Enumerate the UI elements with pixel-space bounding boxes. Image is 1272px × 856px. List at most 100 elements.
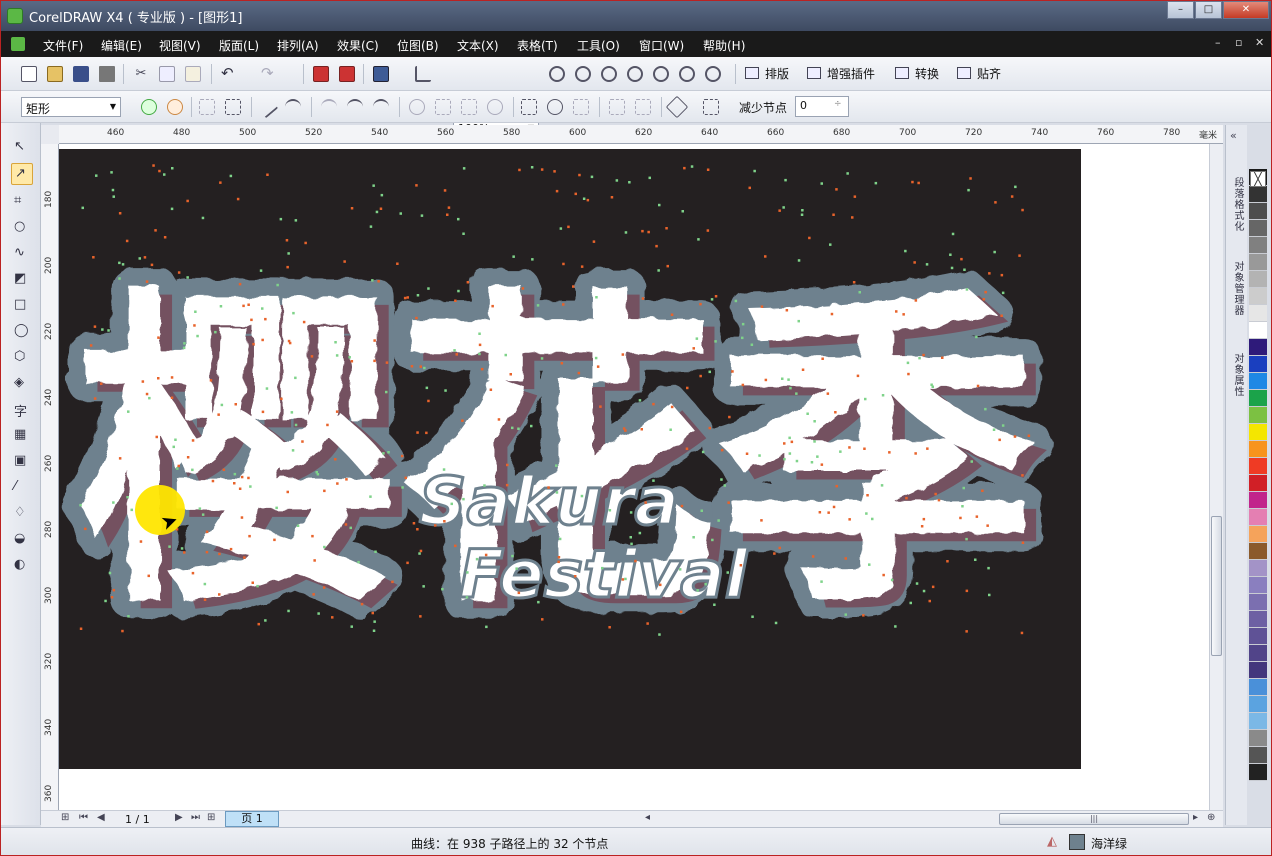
path-node-marker[interactable]	[110, 171, 113, 174]
welcome-screen-icon[interactable]	[415, 66, 431, 82]
spinner-icon[interactable]: ÷	[834, 99, 846, 113]
path-node-marker[interactable]	[466, 571, 469, 574]
path-node-marker[interactable]	[422, 585, 425, 588]
path-node-marker[interactable]	[541, 618, 544, 621]
cut-icon[interactable]: ✂	[133, 66, 149, 82]
path-node-marker[interactable]	[846, 172, 849, 175]
path-node-marker[interactable]	[864, 397, 867, 401]
path-node-marker[interactable]	[211, 479, 215, 483]
path-node-marker[interactable]	[975, 335, 978, 339]
path-node-marker[interactable]	[509, 373, 513, 376]
path-node-marker[interactable]	[349, 526, 353, 530]
path-node-marker[interactable]	[984, 407, 987, 411]
path-node-marker[interactable]	[907, 372, 910, 376]
path-node-marker[interactable]	[987, 566, 990, 570]
path-node-marker[interactable]	[965, 288, 969, 291]
path-node-marker[interactable]	[121, 629, 124, 633]
path-node-marker[interactable]	[334, 458, 337, 461]
path-node-marker[interactable]	[454, 544, 457, 548]
menu-help[interactable]: 帮助(H)	[703, 37, 745, 54]
select-all-nodes-icon[interactable]	[703, 99, 719, 115]
menu-window[interactable]: 窗口(W)	[639, 37, 684, 54]
path-node-marker[interactable]	[419, 365, 423, 368]
elastic-mode-icon[interactable]	[665, 95, 689, 119]
enhance-plugin-button[interactable]: 增强插件	[807, 65, 875, 82]
path-node-marker[interactable]	[100, 382, 103, 386]
delete-node-icon[interactable]	[167, 99, 183, 115]
path-node-marker[interactable]	[264, 317, 267, 321]
path-node-marker[interactable]	[191, 571, 195, 575]
path-node-marker[interactable]	[960, 257, 963, 261]
path-node-marker[interactable]	[630, 542, 633, 546]
path-node-marker[interactable]	[257, 622, 261, 626]
path-node-marker[interactable]	[236, 197, 240, 201]
path-node-marker[interactable]	[962, 486, 966, 490]
path-node-marker[interactable]	[965, 589, 969, 593]
path-node-marker[interactable]	[865, 512, 868, 515]
path-node-marker[interactable]	[89, 344, 93, 347]
path-node-marker[interactable]	[586, 198, 590, 202]
path-node-marker[interactable]	[708, 370, 712, 374]
path-node-marker[interactable]	[866, 494, 869, 497]
path-node-marker[interactable]	[155, 435, 159, 439]
pick-tool[interactable]: ↖	[11, 137, 33, 159]
path-node-marker[interactable]	[79, 627, 83, 631]
convert-to-curve-icon[interactable]	[285, 99, 301, 115]
path-node-marker[interactable]	[788, 452, 792, 455]
palette-swatch[interactable]	[1249, 441, 1267, 458]
path-node-marker[interactable]	[911, 180, 914, 184]
path-node-marker[interactable]	[594, 356, 598, 360]
path-node-marker[interactable]	[427, 287, 430, 290]
path-node-marker[interactable]	[118, 261, 121, 265]
path-node-marker[interactable]	[334, 341, 337, 344]
export-icon[interactable]	[339, 66, 355, 82]
path-node-marker[interactable]	[844, 613, 848, 616]
add-node-icon[interactable]	[141, 99, 157, 115]
path-node-marker[interactable]	[396, 262, 399, 266]
path-node-marker[interactable]	[372, 184, 375, 187]
vertical-scrollbar[interactable]	[1209, 144, 1223, 810]
path-node-marker[interactable]	[915, 582, 919, 585]
palette-swatch[interactable]	[1249, 203, 1267, 220]
reverse-direction-icon[interactable]	[409, 99, 425, 115]
path-node-marker[interactable]	[976, 384, 980, 388]
path-node-marker[interactable]	[182, 346, 186, 350]
navigator-icon[interactable]: ⊕	[1207, 812, 1215, 823]
convert-button[interactable]: 转换	[895, 65, 939, 82]
path-node-marker[interactable]	[177, 464, 181, 468]
path-node-marker[interactable]	[130, 508, 134, 512]
path-node-marker[interactable]	[148, 396, 151, 400]
mdi-restore-icon[interactable]: ▫	[1235, 36, 1242, 49]
previous-page-icon[interactable]: ◀	[97, 812, 105, 823]
path-node-marker[interactable]	[401, 486, 404, 489]
path-node-marker[interactable]	[419, 549, 423, 553]
path-node-marker[interactable]	[1021, 208, 1024, 212]
path-node-marker[interactable]	[750, 343, 754, 347]
path-node-marker[interactable]	[644, 501, 647, 504]
path-node-marker[interactable]	[444, 389, 447, 392]
palette-swatch[interactable]	[1249, 543, 1267, 560]
path-node-marker[interactable]	[963, 268, 966, 272]
path-node-marker[interactable]	[229, 547, 233, 551]
path-node-marker[interactable]	[813, 440, 816, 443]
zoom-all-objects-icon[interactable]	[627, 66, 643, 82]
docker-tab-paragraph[interactable]: 段落格式化	[1229, 177, 1245, 232]
path-node-marker[interactable]	[848, 446, 851, 449]
minimize-button[interactable]: –	[1167, 1, 1194, 19]
palette-swatch[interactable]	[1249, 645, 1267, 662]
path-node-marker[interactable]	[350, 625, 354, 628]
path-node-marker[interactable]	[261, 307, 264, 310]
path-node-marker[interactable]	[988, 593, 991, 597]
path-node-marker[interactable]	[462, 232, 465, 236]
polygon-tool[interactable]: ⬡	[11, 347, 33, 369]
path-node-marker[interactable]	[203, 582, 207, 586]
path-node-marker[interactable]	[657, 269, 660, 272]
path-node-marker[interactable]	[610, 196, 614, 199]
undo-icon[interactable]: ↶	[221, 65, 237, 81]
path-node-marker[interactable]	[820, 182, 824, 185]
path-node-marker[interactable]	[784, 178, 787, 182]
path-node-marker[interactable]	[582, 197, 586, 201]
path-node-marker[interactable]	[540, 168, 544, 171]
path-node-marker[interactable]	[112, 195, 116, 198]
path-node-marker[interactable]	[218, 552, 221, 556]
